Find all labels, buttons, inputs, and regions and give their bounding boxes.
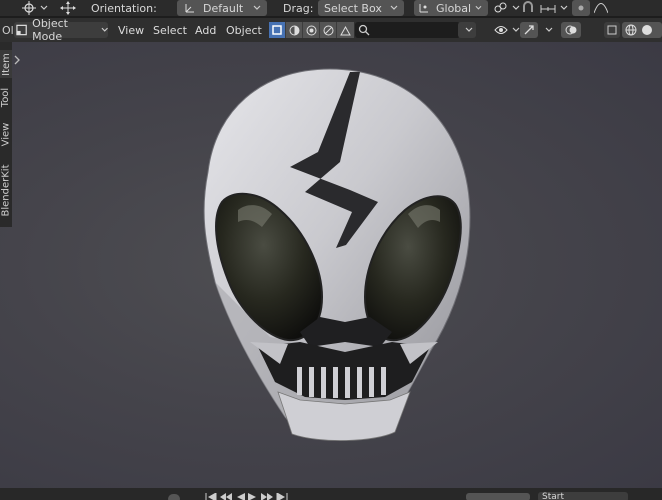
eye-icon bbox=[494, 26, 508, 34]
play-icon[interactable] bbox=[248, 493, 258, 500]
select-mode-group bbox=[269, 22, 354, 38]
tool-settings-bar: Orientation: Default Drag: Select Box Gl… bbox=[0, 0, 662, 16]
select-new-button[interactable] bbox=[269, 22, 286, 38]
intersect-icon bbox=[340, 25, 351, 35]
search-input[interactable] bbox=[355, 22, 460, 38]
timeline-button[interactable] bbox=[168, 494, 180, 500]
tab-view[interactable]: View bbox=[0, 118, 12, 150]
timeline-header: Start bbox=[0, 488, 662, 500]
orientation-value: Default bbox=[203, 1, 244, 15]
snap-toggle[interactable] bbox=[521, 0, 535, 16]
jump-start-icon[interactable] bbox=[205, 493, 217, 500]
jump-end-icon[interactable] bbox=[276, 493, 288, 500]
menu-object[interactable]: Object bbox=[226, 22, 262, 38]
gizmo-icon bbox=[524, 25, 534, 35]
wireframe-shading-icon[interactable] bbox=[625, 24, 637, 36]
chevron-right-icon[interactable] bbox=[13, 55, 21, 65]
cursor-icon bbox=[22, 1, 36, 15]
start-frame-field[interactable]: Start bbox=[538, 492, 628, 500]
drag-label: Drag: bbox=[283, 1, 314, 15]
link-icon bbox=[494, 2, 507, 13]
playback-controls bbox=[205, 493, 305, 500]
tab-item[interactable]: Item bbox=[0, 50, 12, 78]
menu-add[interactable]: Add bbox=[195, 22, 216, 38]
snap-element-button[interactable] bbox=[540, 0, 568, 16]
gizmo-dropdown[interactable] bbox=[541, 22, 553, 38]
chevron-down-icon bbox=[560, 5, 568, 10]
proportional-edit-toggle[interactable] bbox=[572, 0, 590, 16]
orientation-icon bbox=[185, 4, 194, 13]
xray-toggle[interactable] bbox=[604, 22, 620, 38]
viewport-header: Ol Object Mode View Select Add Object bbox=[0, 17, 662, 43]
snap-icon bbox=[523, 1, 533, 12]
transform-orientation-dropdown[interactable]: Global bbox=[414, 0, 488, 16]
chevron-down-icon bbox=[465, 27, 473, 32]
transform-value: Global bbox=[436, 1, 472, 15]
orientation-dropdown[interactable]: Default bbox=[177, 0, 267, 16]
sidebar-tabs: Item Tool View BlenderKit bbox=[0, 42, 12, 227]
move-tool-button[interactable] bbox=[60, 0, 76, 16]
chevron-down-icon bbox=[101, 27, 108, 32]
current-frame-field[interactable] bbox=[466, 493, 530, 500]
tab-tool[interactable]: Tool bbox=[0, 82, 12, 112]
extend-icon bbox=[289, 25, 299, 35]
select-invert-button[interactable] bbox=[320, 22, 337, 38]
chevron-down-icon bbox=[475, 5, 482, 10]
play-reverse-icon[interactable] bbox=[235, 493, 245, 500]
move-icon bbox=[60, 1, 76, 15]
subtract-icon bbox=[306, 25, 316, 35]
chevron-down-icon bbox=[40, 5, 48, 10]
visibility-dropdown[interactable] bbox=[494, 22, 520, 38]
proportional-icon bbox=[578, 5, 584, 11]
jump-key-back-icon[interactable] bbox=[220, 493, 232, 500]
chevron-down-icon bbox=[545, 27, 553, 32]
overlay-toggle[interactable] bbox=[561, 22, 581, 38]
square-icon bbox=[272, 25, 282, 35]
search-icon bbox=[358, 24, 370, 36]
jump-key-forward-icon[interactable] bbox=[261, 493, 273, 500]
tab-blenderkit[interactable]: BlenderKit bbox=[0, 160, 12, 220]
transform-icon bbox=[419, 4, 428, 13]
pivot-button[interactable] bbox=[494, 0, 520, 16]
falloff-icon bbox=[594, 3, 608, 14]
chevron-down-icon bbox=[512, 5, 520, 10]
gizmo-toggle[interactable] bbox=[520, 22, 538, 38]
xray-icon bbox=[607, 25, 617, 35]
orientation-label: Orientation: bbox=[91, 1, 157, 15]
solid-shading-icon[interactable] bbox=[641, 24, 653, 36]
drag-dropdown[interactable]: Select Box bbox=[318, 0, 404, 16]
chevron-down-icon bbox=[390, 5, 398, 10]
select-subtract-button[interactable] bbox=[303, 22, 320, 38]
drag-value: Select Box bbox=[324, 1, 382, 15]
editor-type-label: Ol bbox=[2, 23, 14, 37]
select-intersect-button[interactable] bbox=[337, 22, 354, 38]
mode-value: Object Mode bbox=[32, 17, 68, 43]
invert-icon bbox=[323, 25, 333, 35]
chevron-down-icon bbox=[512, 27, 520, 32]
start-frame-label: Start bbox=[542, 492, 564, 500]
cursor-tool-button[interactable] bbox=[22, 0, 48, 16]
object-mode-icon bbox=[16, 24, 27, 36]
overlay-icon bbox=[565, 25, 577, 35]
snap-element-icon bbox=[540, 5, 556, 13]
falloff-button[interactable] bbox=[594, 0, 608, 16]
menu-view[interactable]: View bbox=[118, 22, 144, 38]
3d-viewport[interactable] bbox=[0, 42, 662, 488]
collapse-menus-button[interactable] bbox=[458, 22, 476, 38]
chevron-down-icon bbox=[253, 5, 261, 10]
shading-group bbox=[622, 22, 662, 38]
alien-mask-model bbox=[203, 68, 471, 441]
mode-dropdown[interactable]: Object Mode bbox=[14, 17, 108, 43]
menu-select[interactable]: Select bbox=[153, 22, 187, 38]
select-extend-button[interactable] bbox=[286, 22, 303, 38]
